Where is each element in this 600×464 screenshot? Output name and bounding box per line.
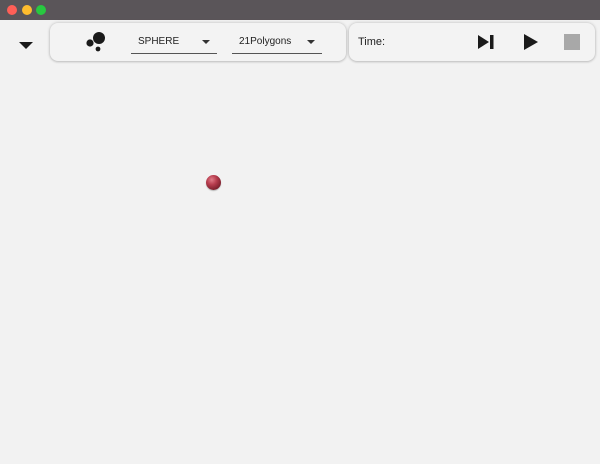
- play-button[interactable]: [523, 33, 539, 51]
- playback-panel: [349, 23, 595, 61]
- zoom-window-button[interactable]: [36, 5, 46, 15]
- polygon-count-select-value: 21Polygons: [239, 36, 292, 47]
- chevron-down-icon: [202, 40, 210, 44]
- minimize-window-button[interactable]: [22, 5, 32, 15]
- close-window-button[interactable]: [7, 5, 17, 15]
- circles-cluster-icon[interactable]: [84, 30, 108, 54]
- window-titlebar: [0, 0, 600, 20]
- chevron-down-icon: [307, 40, 315, 44]
- sphere-object[interactable]: [206, 175, 221, 190]
- time-label: Time:: [358, 36, 386, 48]
- play-icon: [524, 34, 538, 50]
- step-forward-button[interactable]: [477, 34, 495, 50]
- step-forward-icon: [478, 35, 494, 49]
- caret-down-icon[interactable]: [17, 38, 35, 49]
- stop-button[interactable]: [564, 34, 580, 50]
- shape-select-value: SPHERE: [138, 36, 180, 47]
- polygon-count-select[interactable]: 21Polygons: [232, 33, 322, 54]
- shape-select[interactable]: SPHERE: [131, 33, 217, 54]
- viewport[interactable]: [0, 20, 600, 464]
